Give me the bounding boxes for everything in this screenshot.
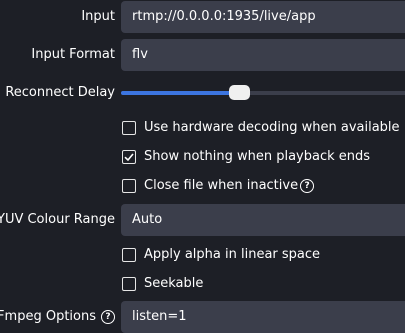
alpha-linear-checkbox[interactable]: Apply alpha in linear space [122, 247, 320, 263]
input-label: Input [81, 9, 115, 24]
input-format-label: Input Format [31, 47, 115, 62]
input-field[interactable]: rtmp://0.0.0.0:1935/live/app [121, 1, 405, 33]
checkbox-box[interactable] [122, 179, 136, 193]
ffmpeg-options-label: FFmpeg Options ? [0, 309, 115, 325]
yuv-range-select[interactable]: Auto [121, 204, 405, 236]
help-icon[interactable]: ? [101, 310, 115, 324]
reconnect-delay-slider[interactable] [121, 91, 405, 95]
close-inactive-checkbox[interactable]: Close file when inactive ? [122, 178, 315, 194]
slider-fill [121, 91, 240, 95]
reconnect-delay-label: Reconnect Delay [5, 85, 115, 100]
checkbox-box[interactable] [122, 150, 136, 164]
checkbox-box[interactable] [122, 121, 136, 135]
checkmark-icon [124, 153, 134, 162]
yuv-range-label: YUV Colour Range [0, 212, 115, 227]
seekable-checkbox[interactable]: Seekable [122, 276, 203, 292]
checkbox-box[interactable] [122, 248, 136, 262]
input-format-field[interactable]: flv [121, 39, 405, 71]
slider-handle[interactable] [229, 85, 250, 100]
ffmpeg-options-field[interactable]: listen=1 [121, 301, 405, 333]
media-source-properties: Input rtmp://0.0.0.0:1935/live/app Input… [0, 0, 405, 333]
checkbox-box[interactable] [122, 277, 136, 291]
hw-decoding-checkbox[interactable]: Use hardware decoding when available [122, 120, 400, 136]
help-icon[interactable]: ? [300, 179, 315, 193]
show-nothing-checkbox[interactable]: Show nothing when playback ends [122, 149, 370, 165]
